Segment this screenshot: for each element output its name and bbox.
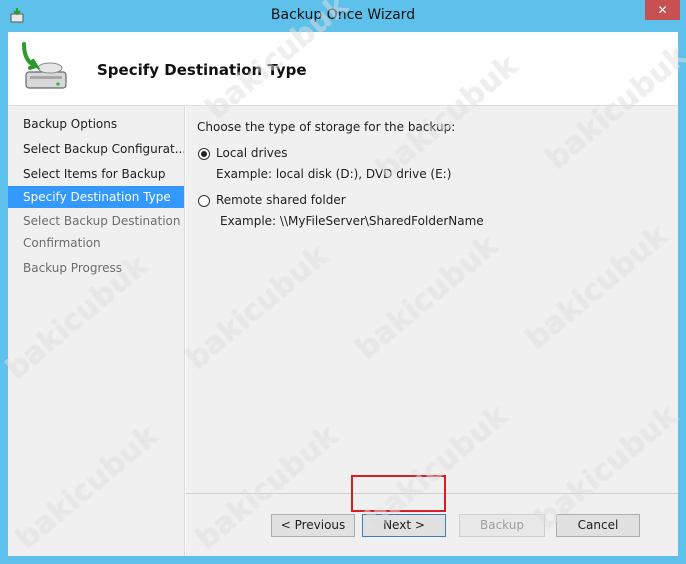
- page-title: Specify Destination Type: [97, 61, 307, 79]
- storage-type-prompt: Choose the type of storage for the backu…: [197, 120, 456, 134]
- previous-button[interactable]: < Previous: [271, 514, 355, 537]
- nav-item-backup-options[interactable]: Backup Options: [8, 113, 184, 135]
- backup-drive-icon: [22, 42, 67, 89]
- local-drives-label[interactable]: Local drives: [216, 146, 288, 160]
- next-button[interactable]: Next >: [362, 514, 446, 537]
- nav-item-specify-destination-type[interactable]: Specify Destination Type: [8, 186, 184, 208]
- cancel-button[interactable]: Cancel: [556, 514, 640, 537]
- next-button-highlight: [351, 475, 446, 512]
- wizard-header: Specify Destination Type: [8, 32, 678, 106]
- nav-item-select-backup-destination: Select Backup Destination: [23, 214, 181, 228]
- nav-item-select-items-for-backup[interactable]: Select Items for Backup: [8, 163, 184, 185]
- wizard-steps-nav: Backup Options Select Backup Configurat.…: [8, 106, 184, 556]
- window-title: Backup Once Wizard: [270, 7, 416, 23]
- remote-shared-folder-radio[interactable]: [198, 195, 210, 207]
- local-drives-example: Example: local disk (D:), DVD drive (E:): [216, 167, 452, 181]
- wizard-window: Backup Once Wizard ✕ Specify Destination…: [0, 0, 686, 564]
- backup-button: Backup: [459, 514, 545, 537]
- remote-shared-folder-example: Example: \\MyFileServer\SharedFolderName: [220, 214, 484, 228]
- nav-item-select-backup-configuration[interactable]: Select Backup Configurat...: [8, 138, 184, 160]
- close-button[interactable]: ✕: [645, 0, 680, 20]
- remote-shared-folder-label[interactable]: Remote shared folder: [216, 193, 346, 207]
- nav-item-confirmation: Confirmation: [23, 236, 101, 250]
- local-drives-radio[interactable]: [198, 148, 210, 160]
- title-bar[interactable]: Backup Once Wizard ✕: [0, 0, 686, 32]
- wizard-client-area: Specify Destination Type Backup Options …: [8, 32, 678, 556]
- nav-item-backup-progress: Backup Progress: [23, 261, 123, 275]
